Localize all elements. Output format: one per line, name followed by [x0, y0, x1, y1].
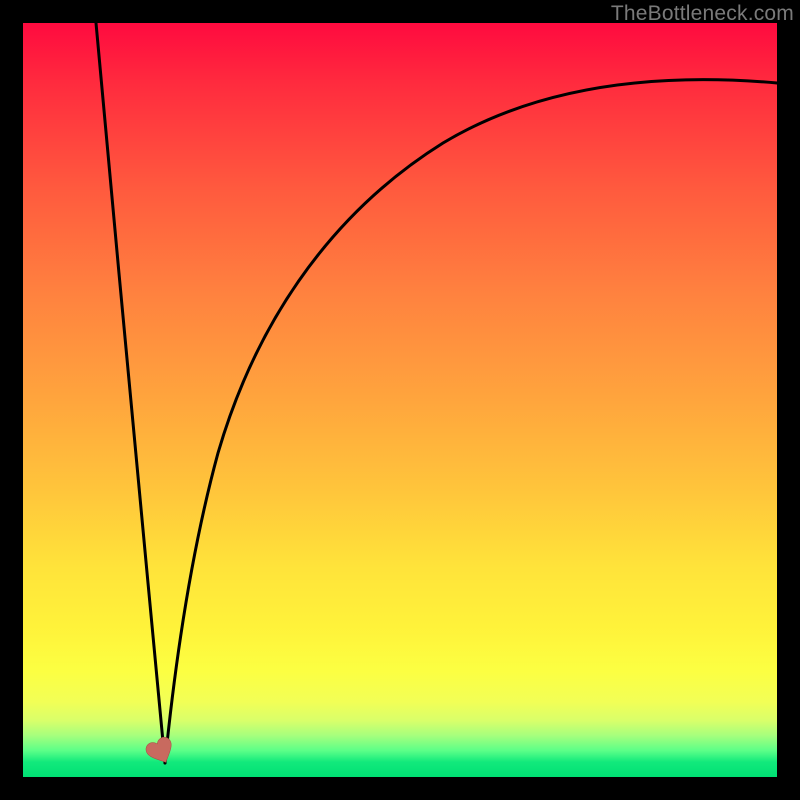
chart-frame: [23, 23, 777, 777]
bottleneck-curve: [23, 23, 777, 777]
curve-right-branch: [165, 80, 777, 763]
curve-left-branch: [96, 23, 165, 763]
watermark-text: TheBottleneck.com: [611, 2, 794, 26]
